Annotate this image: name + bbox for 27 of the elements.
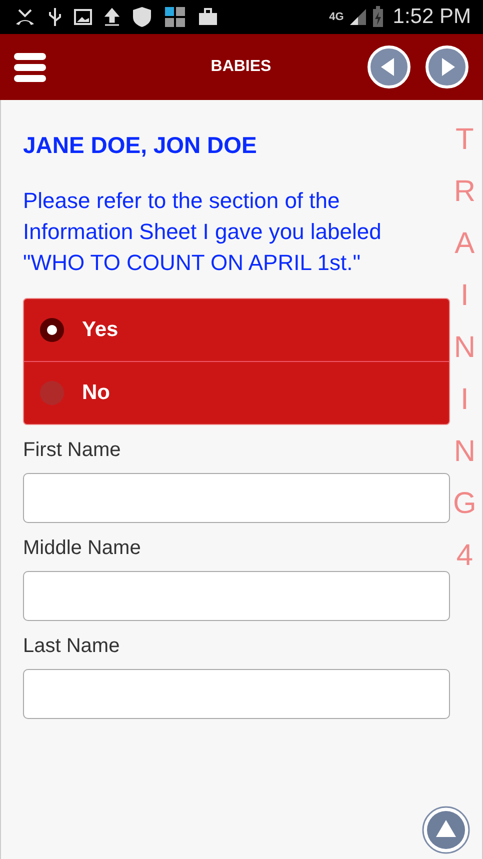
network-type: 4G — [329, 11, 344, 23]
household-names: JANE DOE, JON DOE — [23, 132, 257, 159]
image-icon — [74, 8, 92, 26]
missed-call-icon — [14, 8, 36, 26]
instruction-text: Please refer to the section of the Information Sheet I gave you labeled "WHO TO COUNT ON APRIL 1st." — [23, 187, 382, 277]
page-title: BABIES — [210, 58, 272, 76]
radio-option[interactable]: No — [24, 361, 449, 424]
input-field[interactable] — [23, 571, 450, 621]
upload-icon — [104, 7, 120, 27]
usb-icon — [48, 7, 62, 27]
battery-icon — [372, 6, 384, 28]
scroll-top-icon[interactable] — [421, 805, 471, 855]
shield-icon — [132, 6, 152, 28]
field-label: Middle Name — [23, 537, 141, 560]
field-label: Last Name — [23, 635, 120, 658]
training-watermark: TRAINING4 — [453, 122, 476, 574]
radio-option[interactable]: Yes — [24, 299, 449, 361]
briefcase-icon — [198, 8, 218, 26]
back-icon[interactable] — [367, 45, 411, 89]
menu-icon[interactable] — [13, 51, 47, 83]
field-label: First Name — [23, 439, 121, 462]
forward-icon[interactable] — [425, 45, 469, 89]
signal-icon — [348, 8, 367, 26]
input-field[interactable] — [23, 669, 450, 719]
clock-time: 1:52 PM — [392, 5, 471, 29]
input-field[interactable] — [23, 473, 450, 523]
grid-icon — [164, 6, 186, 28]
